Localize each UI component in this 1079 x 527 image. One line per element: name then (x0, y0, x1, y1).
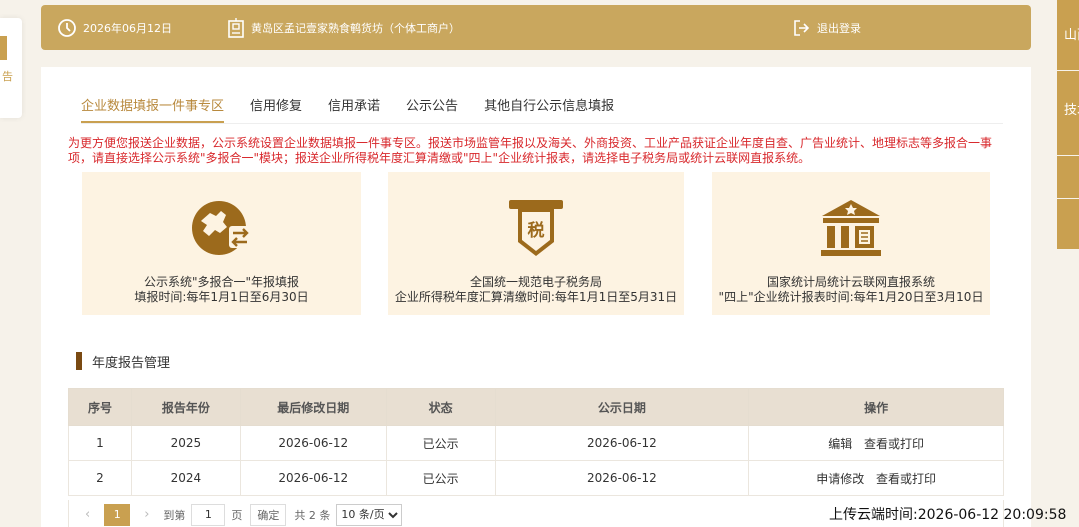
table-row: 2 2024 2026-06-12 已公示 2026-06-12 申请修改 查看… (68, 460, 1004, 496)
service-card-annual-report[interactable]: 公示系统"多报合一"年报填报 填报时间:每年1月1日至6月30日 (82, 172, 361, 315)
cell-year: 2024 (130, 460, 241, 496)
tab-bar: 企业数据填报一件事专区 信用修复 信用承诺 公示公告 其他自行公示信息填报 (81, 89, 640, 123)
header-company-name: 黄岛区孟记壹家熟食鹌货坊（个体工商户） (251, 21, 460, 35)
prev-page-button[interactable]: ‹ (85, 507, 90, 522)
header-date: 2026年06月12日 (57, 5, 172, 50)
map-transfer-icon (191, 201, 251, 255)
logout-label: 退出登录 (817, 21, 861, 35)
table-row: 1 2025 2026-06-12 已公示 2026-06-12 编辑 查看或打… (68, 425, 1004, 461)
header-bar: 2026年06月12日 黄岛区孟记壹家熟食鹌货坊（个体工商户） 退出登录 (41, 5, 1031, 50)
next-page-button[interactable]: › (144, 507, 149, 522)
goto-confirm-button[interactable]: 确定 (250, 503, 287, 526)
bank-icon (821, 200, 881, 256)
tab-announcements[interactable]: 公示公告 (406, 89, 458, 123)
tab-other-disclosure[interactable]: 其他自行公示信息填报 (484, 89, 614, 123)
section-bar (76, 352, 82, 370)
header-company: 黄岛区孟记壹家熟食鹌货坊（个体工商户） (227, 5, 460, 50)
cell-status: 已公示 (385, 460, 496, 496)
edit-link[interactable]: 编辑 (828, 437, 852, 451)
section-title-text: 年度报告管理 (92, 355, 171, 371)
tab-data-filing[interactable]: 企业数据填报一件事专区 (81, 89, 225, 123)
upload-time: 上传云端时间:2026-06-12 20:09:58 (829, 507, 1067, 523)
left-float-bar (0, 36, 7, 60)
service-2-time: 企业所得税年度汇算清缴时间:每年1月1日至5月31日 (394, 290, 678, 304)
cell-modified: 2026-06-12 (239, 425, 387, 461)
service-card-statistics[interactable]: 国家统计局统计云联网直报系统 "四上"企业统计报表时间:每年1月20日至3月10… (712, 172, 990, 315)
cell-no: 1 (68, 425, 132, 461)
page-unit-label: 页 (231, 508, 243, 522)
right-tab-shanxi[interactable]: 山西 (1057, 0, 1079, 70)
annual-report-table: 序号 报告年份 最后修改日期 状态 公示日期 操作 1 2025 2026-06… (68, 388, 1004, 496)
header-date-text: 2026年06月12日 (83, 21, 172, 35)
col-header-year: 报告年份 (130, 388, 241, 426)
main-card: 企业数据填报一件事专区 信用修复 信用承诺 公示公告 其他自行公示信息填报 为更… (41, 67, 1031, 527)
notice-text: 为更方便您报送企业数据，公示系统设置企业数据填报一件事专区。报送市场监管年报以及… (68, 136, 993, 165)
right-tab-4[interactable] (1057, 199, 1079, 249)
section-title: 年度报告管理 (76, 352, 171, 371)
service-3-time: "四上"企业统计报表时间:每年1月20日至3月10日 (718, 290, 984, 304)
view-print-link[interactable]: 查看或打印 (876, 472, 936, 486)
total-count: 共 2 条 (294, 508, 331, 522)
tab-divider (81, 123, 1003, 124)
clock-icon (58, 18, 76, 37)
goto-label: 到第 (163, 508, 186, 522)
col-header-status: 状态 (385, 388, 496, 426)
col-header-published: 公示日期 (494, 388, 750, 426)
right-tab-3[interactable] (1057, 156, 1079, 198)
svg-text:税: 税 (528, 220, 545, 241)
current-page-button[interactable]: 1 (104, 503, 131, 526)
page-size-select[interactable]: 10 条/页 (336, 503, 403, 526)
building-icon (228, 17, 244, 38)
cell-year: 2025 (130, 425, 241, 461)
service-1-time: 填报时间:每年1月1日至6月30日 (134, 290, 309, 304)
col-header-no: 序号 (68, 388, 132, 426)
left-float-label: 告 (2, 70, 13, 83)
cell-actions: 申请修改 查看或打印 (748, 460, 1004, 496)
table-header-row: 序号 报告年份 最后修改日期 状态 公示日期 操作 (68, 388, 1004, 426)
logout-icon (794, 19, 810, 36)
right-tab-tech[interactable]: 技术 (1057, 71, 1079, 155)
tax-icon: 税 (509, 200, 563, 256)
col-header-modified: 最后修改日期 (239, 388, 387, 426)
view-print-link[interactable]: 查看或打印 (864, 437, 924, 451)
request-modify-link[interactable]: 申请修改 (816, 472, 864, 486)
tab-credit-repair[interactable]: 信用修复 (250, 89, 302, 123)
left-float-tab[interactable]: 告 (0, 18, 22, 118)
tab-credit-commitment[interactable]: 信用承诺 (328, 89, 380, 123)
goto-page-input[interactable] (191, 503, 226, 526)
logout-button[interactable]: 退出登录 (791, 5, 861, 50)
cell-published: 2026-06-12 (494, 460, 750, 496)
cell-no: 2 (68, 460, 132, 496)
cell-published: 2026-06-12 (494, 425, 750, 461)
cell-actions: 编辑 查看或打印 (748, 425, 1004, 461)
service-card-tax[interactable]: 税 全国统一规范电子税务局 企业所得税年度汇算清缴时间:每年1月1日至5月31日 (388, 172, 684, 315)
cell-modified: 2026-06-12 (239, 460, 387, 496)
cell-status: 已公示 (385, 425, 496, 461)
col-header-actions: 操作 (748, 388, 1004, 426)
